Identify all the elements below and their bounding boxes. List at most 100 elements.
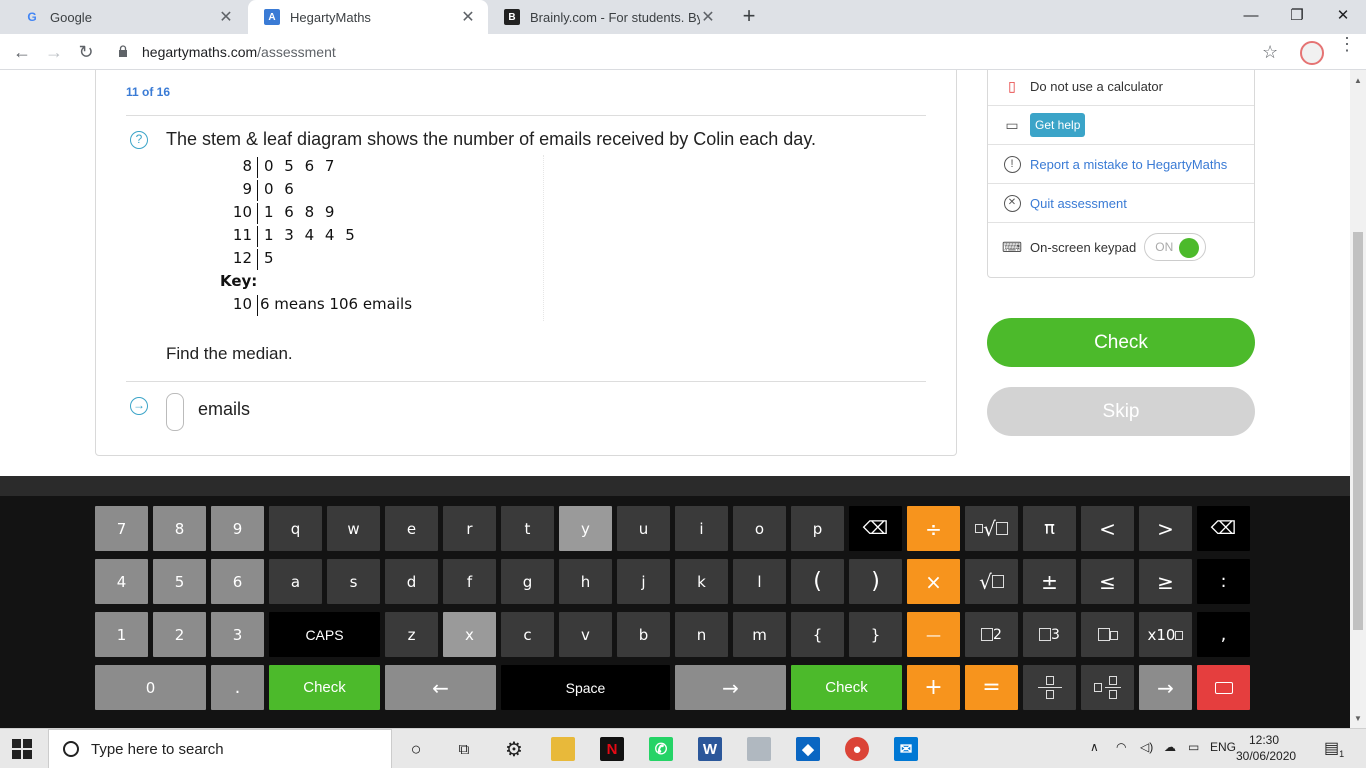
tab-google[interactable]: G Google ✕ bbox=[8, 0, 246, 34]
key-plus[interactable]: + bbox=[907, 665, 960, 710]
space-button[interactable]: Space bbox=[501, 665, 670, 710]
key-v[interactable]: v bbox=[559, 612, 612, 657]
battery-icon[interactable]: ▭ bbox=[1188, 740, 1199, 754]
bookmark-star-icon[interactable]: ☆ bbox=[1262, 42, 1278, 63]
key-b[interactable]: b bbox=[617, 612, 670, 657]
taskbar-clock[interactable]: 12:30 30/06/2020 bbox=[1236, 732, 1296, 764]
key-t[interactable]: t bbox=[501, 506, 554, 551]
key-9[interactable]: 9 bbox=[211, 506, 264, 551]
key-h[interactable]: h bbox=[559, 559, 612, 604]
volume-icon[interactable]: ◁) bbox=[1140, 740, 1153, 754]
check-button[interactable]: Check bbox=[987, 318, 1255, 367]
notifications-icon[interactable]: ▤1 bbox=[1324, 738, 1344, 759]
key-less-equal[interactable]: ≤ bbox=[1081, 559, 1134, 604]
scroll-up-icon[interactable]: ▲ bbox=[1354, 76, 1362, 85]
close-icon[interactable]: ✕ bbox=[218, 7, 234, 27]
key-minus[interactable]: — bbox=[907, 612, 960, 657]
key-mixed-fraction[interactable] bbox=[1081, 665, 1134, 710]
keypad-toggle[interactable]: ON bbox=[1144, 233, 1207, 261]
key-z[interactable]: z bbox=[385, 612, 438, 657]
backspace-icon[interactable]: ⌫ bbox=[849, 506, 902, 551]
key-w[interactable]: w bbox=[327, 506, 380, 551]
key-8[interactable]: 8 bbox=[153, 506, 206, 551]
key-fraction[interactable] bbox=[1023, 665, 1076, 710]
address-bar[interactable]: hegartymaths.com/assessment bbox=[142, 44, 336, 60]
key-f[interactable]: f bbox=[443, 559, 496, 604]
left-arrow-icon[interactable]: ← bbox=[385, 665, 496, 710]
minimize-button[interactable]: — bbox=[1228, 0, 1274, 30]
chrome-icon[interactable]: ● bbox=[845, 737, 869, 761]
key-p[interactable]: p bbox=[791, 506, 844, 551]
key-0[interactable]: 0 bbox=[95, 665, 206, 710]
key-divide[interactable]: ÷ bbox=[907, 506, 960, 551]
key-comma[interactable]: , bbox=[1197, 612, 1250, 657]
key-plus-minus[interactable]: ± bbox=[1023, 559, 1076, 604]
app-icon[interactable] bbox=[747, 737, 771, 761]
key-4[interactable]: 4 bbox=[95, 559, 148, 604]
caps-button[interactable]: CAPS bbox=[269, 612, 380, 657]
key-decimal[interactable]: . bbox=[211, 665, 264, 710]
key-squared[interactable]: 2 bbox=[965, 612, 1018, 657]
tab-brainly[interactable]: B Brainly.com - For students. By stu ✕ bbox=[488, 0, 728, 34]
whatsapp-icon[interactable]: ✆ bbox=[649, 737, 673, 761]
key-6[interactable]: 6 bbox=[211, 559, 264, 604]
onedrive-icon[interactable]: ☁ bbox=[1164, 740, 1176, 754]
key-1[interactable]: 1 bbox=[95, 612, 148, 657]
page-scrollbar[interactable]: ▲ ▼ bbox=[1350, 70, 1366, 728]
key-g[interactable]: g bbox=[501, 559, 554, 604]
key-3[interactable]: 3 bbox=[211, 612, 264, 657]
key-open-paren[interactable]: ( bbox=[791, 559, 844, 604]
tray-chevron-icon[interactable]: ∧ bbox=[1090, 740, 1099, 754]
answer-input[interactable] bbox=[166, 393, 184, 431]
key-7[interactable]: 7 bbox=[95, 506, 148, 551]
key-a[interactable]: a bbox=[269, 559, 322, 604]
key-less-than[interactable]: < bbox=[1081, 506, 1134, 551]
key-colon[interactable]: : bbox=[1197, 559, 1250, 604]
key-equals[interactable]: = bbox=[965, 665, 1018, 710]
key-e[interactable]: e bbox=[385, 506, 438, 551]
scroll-down-icon[interactable]: ▼ bbox=[1354, 714, 1362, 723]
key-q[interactable]: q bbox=[269, 506, 322, 551]
profile-avatar[interactable] bbox=[1300, 41, 1324, 65]
key-c[interactable]: c bbox=[501, 612, 554, 657]
key-y[interactable]: y bbox=[559, 506, 612, 551]
key-o[interactable]: o bbox=[733, 506, 786, 551]
taskbar-search[interactable]: Type here to search bbox=[48, 729, 392, 768]
network-icon[interactable]: ◠ bbox=[1116, 740, 1126, 754]
key-cubed[interactable]: 3 bbox=[1023, 612, 1076, 657]
skip-button[interactable]: Skip bbox=[987, 387, 1255, 436]
forward-button[interactable]: → bbox=[40, 38, 68, 66]
close-window-button[interactable]: ✕ bbox=[1320, 0, 1366, 30]
keyboard-close-icon[interactable] bbox=[1197, 665, 1250, 710]
restore-button[interactable]: ❐ bbox=[1274, 0, 1320, 30]
scroll-thumb[interactable] bbox=[1353, 232, 1363, 630]
close-icon[interactable]: ✕ bbox=[700, 7, 716, 27]
reload-button[interactable]: ↻ bbox=[72, 38, 100, 66]
report-mistake-link[interactable]: Report a mistake to HegartyMaths bbox=[1030, 157, 1227, 172]
file-explorer-icon[interactable] bbox=[551, 737, 575, 761]
back-button[interactable]: ← bbox=[8, 38, 36, 66]
key-s[interactable]: s bbox=[327, 559, 380, 604]
key-n[interactable]: n bbox=[675, 612, 728, 657]
key-open-brace[interactable]: { bbox=[791, 612, 844, 657]
key-multiply[interactable]: × bbox=[907, 559, 960, 604]
close-icon[interactable]: ✕ bbox=[460, 7, 476, 27]
keypad-check-button[interactable]: Check bbox=[791, 665, 902, 710]
key-square-root[interactable]: √ bbox=[965, 559, 1018, 604]
key-i[interactable]: i bbox=[675, 506, 728, 551]
question-help-icon[interactable]: ? bbox=[130, 131, 148, 149]
key-m[interactable]: m bbox=[733, 612, 786, 657]
task-view-icon[interactable]: ⧉ bbox=[452, 737, 476, 761]
key-nth-root[interactable]: √ bbox=[965, 506, 1018, 551]
key-times-ten-power[interactable]: x10 bbox=[1139, 612, 1192, 657]
key-k[interactable]: k bbox=[675, 559, 728, 604]
cortana-icon[interactable]: ○ bbox=[404, 737, 428, 761]
language-indicator[interactable]: ENG bbox=[1210, 740, 1236, 754]
key-x[interactable]: x bbox=[443, 612, 496, 657]
mail-icon[interactable]: ✉ bbox=[894, 737, 918, 761]
key-5[interactable]: 5 bbox=[153, 559, 206, 604]
quit-assessment-link[interactable]: Quit assessment bbox=[1030, 196, 1127, 211]
key-greater-equal[interactable]: ≥ bbox=[1139, 559, 1192, 604]
store-icon[interactable]: ◆ bbox=[796, 737, 820, 761]
key-u[interactable]: u bbox=[617, 506, 670, 551]
